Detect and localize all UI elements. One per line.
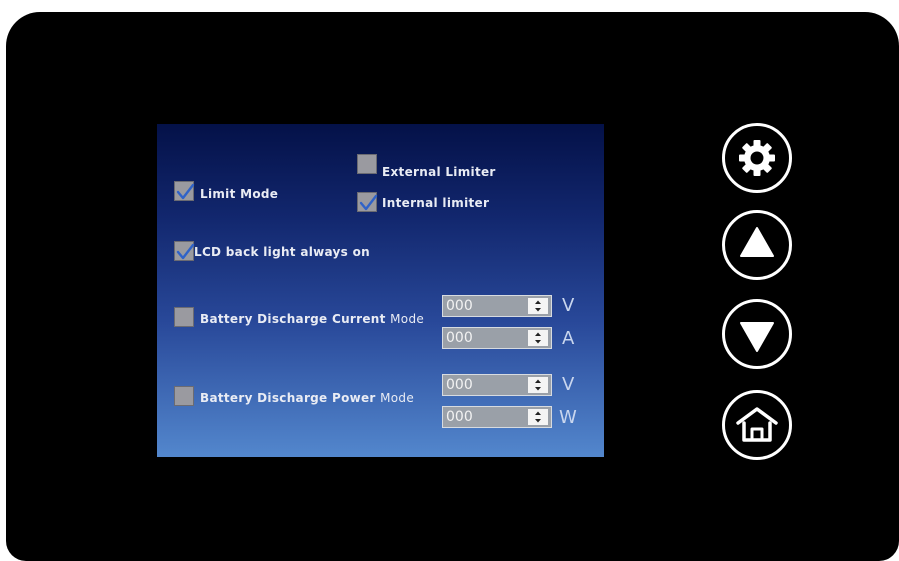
power-watts-spinner[interactable]: 000 xyxy=(442,406,552,428)
limit-mode-label: Limit Mode xyxy=(200,187,279,201)
current-voltage-value: 000 xyxy=(446,298,473,314)
spinner-arrows-icon[interactable] xyxy=(528,409,548,425)
current-voltage-unit: V xyxy=(562,295,575,316)
current-voltage-spinner[interactable]: 000 xyxy=(442,295,552,317)
battery-power-mode-label-mode: Mode xyxy=(380,391,415,405)
power-watts-value: 000 xyxy=(446,409,473,425)
settings-button[interactable] xyxy=(722,123,792,193)
current-amps-value: 000 xyxy=(446,330,473,346)
battery-power-mode-label-main: Battery Discharge Power xyxy=(200,391,376,405)
battery-current-mode-label-mode: Mode xyxy=(390,312,425,326)
power-voltage-unit: V xyxy=(562,374,575,395)
gear-icon xyxy=(739,140,775,176)
check-mark-icon xyxy=(176,243,195,260)
up-down-arrows-icon xyxy=(535,411,541,423)
spinner-arrows-icon[interactable] xyxy=(528,330,548,346)
up-down-arrows-icon xyxy=(535,332,541,344)
spinner-arrows-icon[interactable] xyxy=(528,377,548,393)
power-voltage-value: 000 xyxy=(446,377,473,393)
up-button[interactable] xyxy=(722,210,792,280)
check-mark-icon xyxy=(176,183,195,200)
battery-power-mode-checkbox[interactable] xyxy=(174,386,194,406)
down-button[interactable] xyxy=(722,299,792,369)
triangle-up-icon xyxy=(740,227,774,257)
internal-limiter-label: Internal limiter xyxy=(382,196,490,210)
up-down-arrows-icon xyxy=(535,379,541,391)
battery-current-mode-label: Battery Discharge Current Mode xyxy=(200,312,424,326)
up-down-arrows-icon xyxy=(535,300,541,312)
battery-power-mode-label: Battery Discharge Power Mode xyxy=(200,391,414,405)
triangle-down-icon xyxy=(740,322,774,352)
internal-limiter-checkbox[interactable] xyxy=(357,192,378,212)
check-mark-icon xyxy=(359,194,378,211)
current-amps-spinner[interactable]: 000 xyxy=(442,327,552,349)
home-button[interactable] xyxy=(722,390,792,460)
limit-mode-checkbox[interactable] xyxy=(174,181,195,201)
battery-current-mode-label-main: Battery Discharge Current xyxy=(200,312,386,326)
spinner-arrows-icon[interactable] xyxy=(528,298,548,314)
lcd-backlight-checkbox[interactable] xyxy=(174,241,195,261)
power-watts-unit: W xyxy=(559,407,577,428)
lcd-backlight-label: LCD back light always on xyxy=(194,245,370,259)
external-limiter-label: External Limiter xyxy=(382,165,496,179)
lcd-screen: External Limiter Limit Mode Internal lim… xyxy=(157,124,604,457)
battery-current-mode-checkbox[interactable] xyxy=(174,307,194,327)
external-limiter-checkbox[interactable] xyxy=(357,154,377,174)
power-voltage-spinner[interactable]: 000 xyxy=(442,374,552,396)
home-icon xyxy=(736,407,778,442)
current-amps-unit: A xyxy=(562,328,575,349)
